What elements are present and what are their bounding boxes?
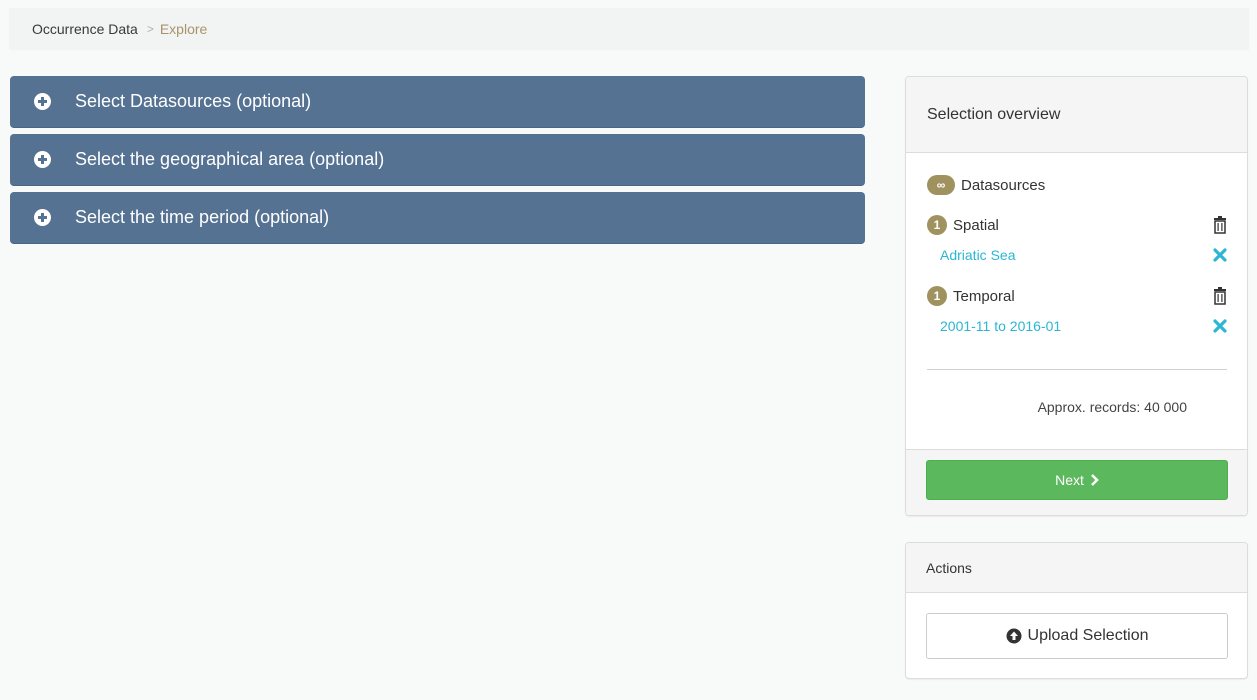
actions-title: Actions: [906, 543, 1247, 593]
accordion-datasources[interactable]: Select Datasources (optional): [10, 76, 865, 128]
accordion-geographical-area[interactable]: Select the geographical area (optional): [10, 134, 865, 186]
temporal-value-row: 2001-11 to 2016-01: [927, 318, 1227, 334]
approx-records-value: 40 000: [1144, 399, 1187, 415]
spatial-label: Spatial: [953, 216, 999, 234]
spatial-value-link[interactable]: Adriatic Sea: [940, 247, 1015, 263]
temporal-label: Temporal: [953, 287, 1015, 305]
spatial-value-row: Adriatic Sea: [927, 247, 1227, 263]
spatial-row: 1 Spatial: [927, 215, 1227, 235]
upload-selection-button[interactable]: Upload Selection: [926, 613, 1228, 659]
accordion-time-period-label: Select the time period (optional): [75, 207, 330, 227]
overview-divider: [927, 369, 1227, 370]
selection-overview-panel: Selection overview ∞ Datasources 1 Spati…: [905, 76, 1248, 516]
accordion-datasources-label: Select Datasources (optional): [75, 91, 312, 111]
temporal-value-link[interactable]: 2001-11 to 2016-01: [940, 318, 1061, 334]
upload-circle-icon: [1006, 628, 1022, 644]
plus-circle-icon: [34, 209, 51, 226]
remove-x-icon[interactable]: [1213, 248, 1227, 262]
trash-icon[interactable]: [1213, 216, 1227, 234]
next-button[interactable]: Next: [926, 460, 1228, 500]
datasources-count-badge: ∞: [927, 175, 955, 195]
plus-circle-icon: [34, 151, 51, 168]
datasources-label: Datasources: [961, 176, 1046, 194]
spatial-count-badge: 1: [927, 215, 947, 235]
breadcrumb: Occurrence Data > Explore: [9, 8, 1249, 50]
selection-overview-title: Selection overview: [906, 77, 1247, 153]
accordion-geographical-area-label: Select the geographical area (optional): [75, 149, 385, 169]
breadcrumb-occurrence-data[interactable]: Occurrence Data: [32, 21, 138, 37]
trash-icon[interactable]: [1213, 287, 1227, 305]
approx-records-label: Approx. records:: [1037, 399, 1141, 415]
plus-circle-icon: [34, 93, 51, 110]
accordion-time-period[interactable]: Select the time period (optional): [10, 192, 865, 244]
temporal-row: 1 Temporal: [927, 286, 1227, 306]
chevron-right-icon: [1090, 474, 1099, 486]
temporal-count-badge: 1: [927, 286, 947, 306]
upload-selection-label: Upload Selection: [1027, 627, 1149, 644]
selection-accordion: Select Datasources (optional) Select the…: [10, 76, 865, 250]
next-button-label: Next: [1055, 472, 1084, 488]
datasources-row: ∞ Datasources: [927, 175, 1227, 195]
remove-x-icon[interactable]: [1213, 319, 1227, 333]
selection-overview-footer: Next: [906, 449, 1247, 515]
breadcrumb-explore: Explore: [159, 21, 208, 37]
approx-records: Approx. records: 40 000: [1038, 399, 1187, 415]
breadcrumb-separator: >: [146, 22, 154, 36]
actions-panel: Actions Upload Selection: [905, 542, 1248, 679]
